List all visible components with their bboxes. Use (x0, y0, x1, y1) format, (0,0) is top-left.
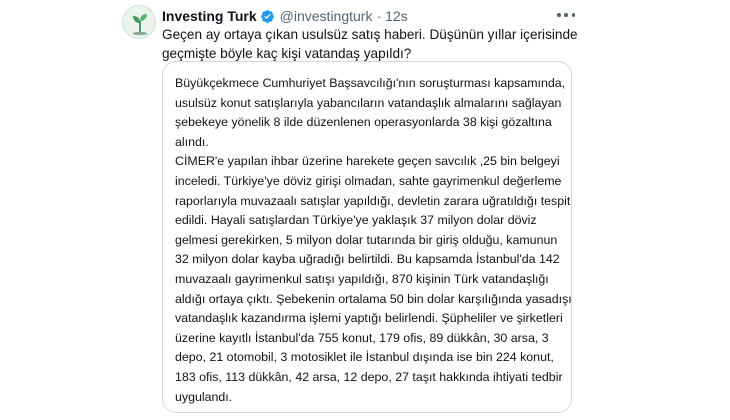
tweet-text-line: Geçen ay ortaya çıkan usulsüz satış habe… (162, 27, 578, 42)
quote-line: inceledi. Türkiye'ye döviz girişi olmada… (175, 173, 562, 188)
more-dot (557, 13, 561, 17)
quote-line: Büyükçekmece Cumhuriyet Başsavcılığı'nın… (175, 76, 566, 90)
quote-line: usulsüz konut satışlarıyla yabancıların … (175, 95, 562, 110)
quoted-text-card[interactable]: Büyükçekmece Cumhuriyet Başsavcılığı'nın… (162, 61, 572, 413)
plant-sprout-icon (123, 6, 155, 38)
quoted-text: Büyükçekmece Cumhuriyet Başsavcılığı'nın… (175, 74, 572, 407)
tweet-text: Geçen ay ortaya çıkan usulsüz satış habe… (162, 25, 578, 63)
quote-line: aldığı ortaya çıktı. Şebekenin ortalama … (175, 291, 572, 306)
avatar[interactable] (122, 5, 156, 39)
quote-line: uygulandı. (175, 389, 233, 404)
quote-line: alındı. (175, 134, 209, 149)
quote-line: 32 milyon dolar kayba uğradığı belirtild… (175, 252, 560, 267)
quote-line: gelmesi gerekirken, 5 milyon dolar tutar… (175, 232, 558, 247)
quote-line: depo, 21 otomobil, 3 motosiklet ile İsta… (175, 350, 554, 365)
timestamp[interactable]: 12s (385, 8, 408, 24)
more-options-icon[interactable] (555, 6, 577, 24)
quote-line: 183 ofis, 113 dükkân, 42 arsa, 12 depo, … (175, 369, 563, 384)
quote-line: şebekeye yönelik 8 ilde düzenlenen opera… (175, 115, 552, 130)
quote-line: vatandaşlık kazandırma işlemi yaptığı be… (175, 311, 563, 326)
quote-line: üzerine kayıtlı İstanbul'da 755 konut, 1… (175, 330, 549, 345)
quote-line: raporlarıyla muvazaalı satışlar yapıldığ… (175, 193, 571, 208)
display-name[interactable]: Investing Turk (162, 8, 257, 24)
handle[interactable]: @investingturk (280, 8, 373, 24)
more-dot (564, 13, 568, 17)
quote-line: muvazaalı gayrimenkul satışı yapıldığı, … (175, 271, 549, 286)
more-dot (571, 13, 575, 17)
separator-dot: · (376, 8, 382, 24)
tweet-header: Investing Turk @investingturk · 12s (162, 7, 408, 25)
verified-badge-icon (260, 9, 274, 23)
quote-line: CİMER'e yapılan ihbar üzerine harekete g… (175, 154, 560, 169)
quote-line: edildi. Hayali satışlardan Türkiye'ye ya… (175, 213, 537, 228)
tweet[interactable]: Investing Turk @investingturk · 12s Geçe… (0, 0, 730, 420)
